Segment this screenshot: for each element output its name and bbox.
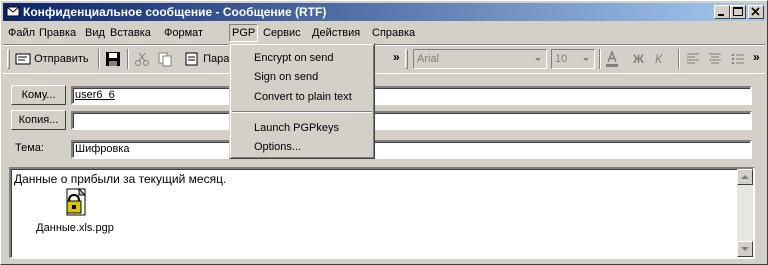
menu-separator (232, 111, 372, 113)
body-text[interactable]: Данные о прибыли за текущий месяц. (14, 172, 226, 186)
menu-item-convert-to-plain-text[interactable]: Convert to plain text (254, 91, 352, 103)
parameters-button[interactable]: Пара (184, 48, 229, 70)
message-window: Конфиденциальное сообщение - Сообщение (… (0, 0, 768, 265)
align-center-button[interactable] (707, 48, 723, 70)
toolbar: Отправить Пара » Arial 10 Ж К » (3, 44, 765, 74)
font-color-button[interactable] (604, 48, 620, 70)
maximize-icon (733, 7, 743, 16)
close-button[interactable] (748, 5, 764, 19)
menu-file[interactable]: Файл (5, 25, 38, 41)
menu-item-options[interactable]: Options... (254, 141, 301, 153)
envelope-icon (6, 5, 20, 18)
cut-icon (135, 52, 149, 67)
bold-button[interactable]: Ж (633, 48, 644, 70)
arrow-up-icon (741, 175, 749, 179)
chevron-down-icon[interactable] (531, 51, 545, 67)
title-bar[interactable]: Конфиденциальное сообщение - Сообщение (… (3, 3, 765, 21)
pgp-dropdown-menu: Encrypt on send Sign on send Convert to … (229, 43, 375, 159)
bullet-list-icon (732, 54, 744, 65)
menu-edit[interactable]: Правка (36, 25, 79, 41)
parameters-label: Пара (203, 53, 230, 65)
menu-format[interactable]: Формат (161, 25, 206, 41)
align-left-button[interactable] (685, 48, 701, 70)
toolbar-separator (98, 49, 100, 69)
chevron-down-icon[interactable] (579, 51, 593, 67)
toolbar-separator (127, 49, 129, 69)
align-center-icon (709, 53, 721, 64)
minimize-icon (718, 14, 724, 16)
close-icon (751, 7, 760, 16)
cc-field[interactable] (71, 111, 752, 130)
attachment-name: Данные.xls.pgp (36, 222, 114, 234)
menu-insert[interactable]: Вставка (107, 25, 154, 41)
italic-button[interactable]: К (655, 48, 662, 70)
save-button[interactable] (105, 48, 121, 70)
to-button[interactable]: Кому... (11, 85, 66, 105)
maximize-button[interactable] (730, 5, 746, 19)
encrypted-file-icon (66, 187, 87, 216)
cc-button[interactable]: Копия... (11, 110, 66, 130)
align-left-icon (687, 53, 699, 64)
menu-item-sign-on-send[interactable]: Sign on send (254, 71, 318, 83)
vertical-scrollbar[interactable] (737, 169, 753, 257)
font-name-value: Arial (417, 53, 440, 65)
toolbar-separator (599, 49, 601, 69)
send-icon (15, 53, 31, 65)
send-label: Отправить (34, 53, 89, 65)
window-title: Конфиденциальное сообщение - Сообщение (… (23, 5, 327, 19)
subject-label: Тема: (15, 142, 44, 154)
font-size-value: 10 (555, 53, 568, 65)
scroll-up-button[interactable] (737, 169, 753, 185)
save-icon (106, 52, 120, 67)
menu-view[interactable]: Вид (82, 25, 108, 41)
copy-button[interactable] (157, 48, 173, 70)
menu-tools[interactable]: Сервис (260, 25, 304, 41)
bullets-button[interactable] (730, 48, 746, 70)
cut-button[interactable] (134, 48, 150, 70)
menu-item-launch-pgpkeys[interactable]: Launch PGPkeys (254, 122, 339, 134)
menu-help[interactable]: Справка (369, 25, 418, 41)
message-body[interactable]: Данные о прибыли за текущий месяц. Данны… (9, 167, 755, 259)
subject-field[interactable]: Шифровка (71, 140, 752, 159)
menu-actions[interactable]: Действия (309, 25, 363, 41)
toolbar-overflow-chevron-icon[interactable]: » (753, 50, 760, 64)
scroll-down-button[interactable] (737, 241, 753, 257)
font-color-icon (606, 50, 618, 68)
font-size-combo[interactable]: 10 (551, 49, 595, 69)
toolbar-grip[interactable] (7, 49, 10, 69)
menu-item-encrypt-on-send[interactable]: Encrypt on send (254, 52, 334, 64)
minimize-button[interactable] (714, 5, 730, 19)
options-icon (185, 52, 198, 66)
toolbar-separator (678, 49, 680, 69)
to-field[interactable]: user6_6 (71, 86, 752, 105)
toolbar-overflow-chevron-icon[interactable]: » (393, 50, 400, 64)
menu-pgp[interactable]: PGP (229, 24, 259, 42)
send-button[interactable]: Отправить (15, 48, 89, 70)
recipient-user6_6[interactable]: user6_6 (75, 89, 115, 101)
toolbar-grip[interactable] (405, 49, 408, 69)
attachment[interactable]: Данные.xls.pgp (35, 187, 115, 234)
menu-bar: Файл Правка Вид Вставка Формат PGP Серви… (3, 23, 765, 43)
arrow-down-icon (741, 247, 749, 251)
font-name-combo[interactable]: Arial (413, 49, 547, 69)
copy-icon (158, 52, 172, 67)
